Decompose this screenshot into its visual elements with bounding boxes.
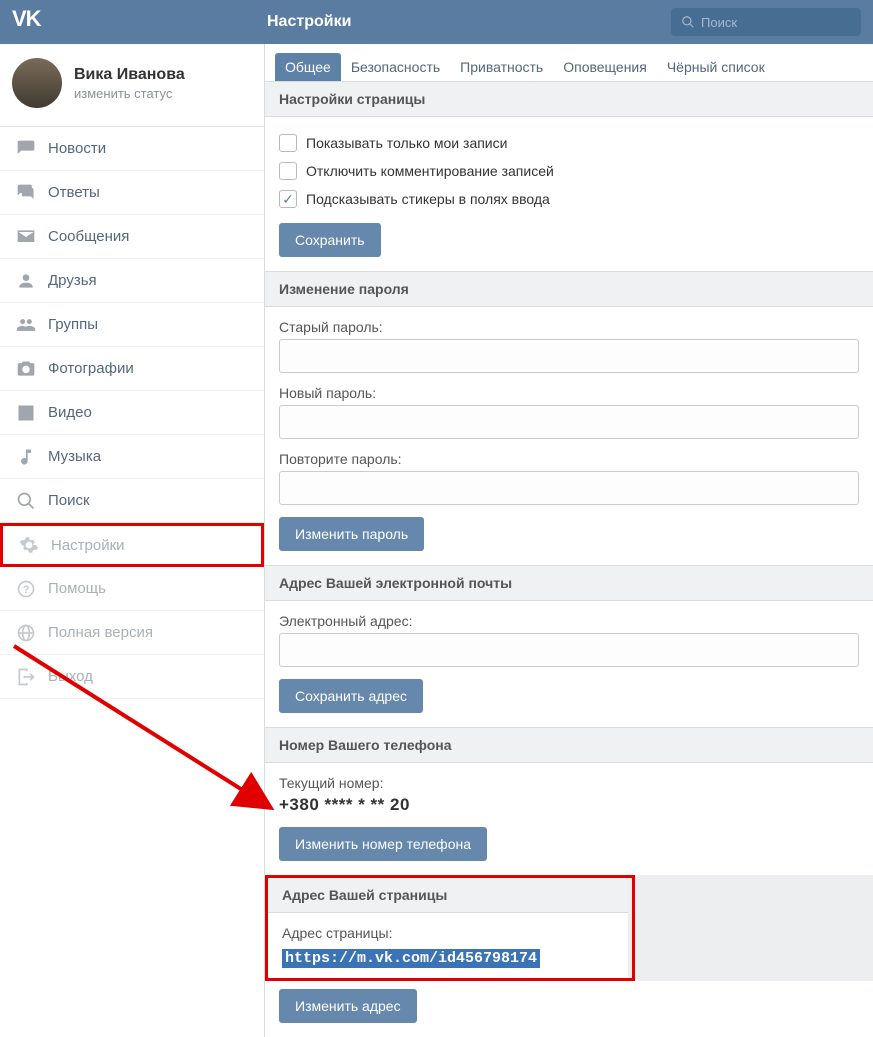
email-label: Электронный адрес: [279, 613, 859, 629]
tab-privacy[interactable]: Приватность [450, 53, 553, 81]
checkbox-stickers-hint[interactable]: Подсказывать стикеры в полях ввода [279, 185, 859, 213]
checkbox-disable-comments[interactable]: Отключить комментирование записей [279, 157, 859, 185]
sidebar-item-label: Друзья [48, 272, 97, 289]
old-password-input[interactable] [279, 339, 859, 373]
sidebar-item-label: Сообщения [48, 228, 129, 245]
search-input[interactable]: Поиск [671, 8, 861, 36]
messages-icon [16, 227, 48, 247]
old-password-label: Старый пароль: [279, 319, 859, 335]
phone-label: Текущий номер: [279, 775, 859, 791]
section-url-header: Адрес Вашей страницы [268, 878, 628, 913]
email-input[interactable] [279, 633, 859, 667]
url-label: Адрес страницы: [282, 925, 614, 941]
search-placeholder: Поиск [701, 15, 737, 30]
sidebar-item-videos[interactable]: Видео [0, 391, 264, 435]
tab-security[interactable]: Безопасность [341, 53, 450, 81]
sidebar-item-replies[interactable]: Ответы [0, 171, 264, 215]
news-icon [16, 139, 48, 159]
section-password-header: Изменение пароля [265, 271, 873, 307]
friends-icon [16, 271, 48, 291]
section-page-settings-header: Настройки страницы [265, 81, 873, 117]
sidebar-item-messages[interactable]: Сообщения [0, 215, 264, 259]
sidebar-item-logout[interactable]: Выход [0, 655, 264, 699]
sidebar-item-help[interactable]: ? Помощь [0, 567, 264, 611]
tab-blacklist[interactable]: Чёрный список [657, 53, 775, 81]
sidebar-item-label: Группы [48, 316, 98, 333]
help-icon: ? [16, 579, 48, 599]
settings-tabs: Общее Безопасность Приватность Оповещени… [265, 44, 873, 81]
profile-header[interactable]: Вика Иванова изменить статус [0, 44, 264, 127]
save-email-button[interactable]: Сохранить адрес [279, 679, 423, 713]
sidebar-item-label: Ответы [48, 184, 100, 201]
section-phone-header: Номер Вашего телефона [265, 727, 873, 763]
sidebar-item-news[interactable]: Новости [0, 127, 264, 171]
repeat-password-input[interactable] [279, 471, 859, 505]
videos-icon [16, 403, 48, 423]
phone-value: +380 **** * ** 20 [279, 795, 859, 815]
checkbox-icon [279, 134, 297, 152]
sidebar: Вика Иванова изменить статус Новости Отв… [0, 44, 265, 1037]
page-title: Настройки [267, 13, 351, 31]
music-icon [16, 447, 48, 467]
sidebar-item-friends[interactable]: Друзья [0, 259, 264, 303]
sidebar-item-label: Выход [48, 668, 93, 685]
topbar: VK Настройки Поиск [0, 0, 873, 44]
sidebar-item-full[interactable]: Полная версия [0, 611, 264, 655]
replies-icon [16, 183, 48, 203]
sidebar-item-photos[interactable]: Фотографии [0, 347, 264, 391]
checkbox-label: Отключить комментирование записей [306, 163, 554, 179]
sidebar-item-label: Музыка [48, 448, 101, 465]
sidebar-item-label: Полная версия [48, 624, 153, 641]
vk-logo-icon[interactable]: VK [12, 8, 62, 36]
change-password-button[interactable]: Изменить пароль [279, 517, 424, 551]
page-url-value[interactable]: https://m.vk.com/id456798174 [282, 949, 540, 968]
checkbox-label: Подсказывать стикеры в полях ввода [306, 191, 550, 207]
sidebar-item-label: Новости [48, 140, 106, 157]
photos-icon [16, 359, 48, 379]
sidebar-item-label: Настройки [51, 537, 125, 554]
search-icon [681, 15, 695, 29]
checkbox-label: Показывать только мои записи [306, 135, 507, 151]
search-nav-icon [16, 491, 48, 511]
content: Общее Безопасность Приватность Оповещени… [265, 44, 873, 1037]
change-url-button[interactable]: Изменить адрес [279, 989, 417, 1023]
sidebar-item-label: Помощь [48, 580, 106, 597]
tab-general[interactable]: Общее [275, 53, 341, 81]
sidebar-item-music[interactable]: Музыка [0, 435, 264, 479]
checkbox-icon [279, 190, 297, 208]
svg-text:VK: VK [12, 9, 42, 29]
save-button[interactable]: Сохранить [279, 223, 381, 257]
svg-text:?: ? [23, 584, 30, 596]
change-phone-button[interactable]: Изменить номер телефона [279, 827, 487, 861]
checkbox-only-my-posts[interactable]: Показывать только мои записи [279, 129, 859, 157]
highlight-page-url: Адрес Вашей страницы Адрес страницы: htt… [265, 875, 635, 981]
tab-notifications[interactable]: Оповещения [553, 53, 657, 81]
groups-icon [16, 315, 48, 335]
sidebar-item-label: Фотографии [48, 360, 134, 377]
repeat-password-label: Повторите пароль: [279, 451, 859, 467]
gear-icon [19, 535, 51, 555]
sidebar-item-settings[interactable]: Настройки [0, 523, 264, 567]
sidebar-item-label: Поиск [48, 492, 90, 509]
avatar [12, 58, 62, 108]
profile-name: Вика Иванова [74, 66, 185, 84]
sidebar-item-label: Видео [48, 404, 92, 421]
sidebar-item-groups[interactable]: Группы [0, 303, 264, 347]
checkbox-icon [279, 162, 297, 180]
section-email-header: Адрес Вашей электронной почты [265, 565, 873, 601]
logout-icon [16, 667, 48, 687]
profile-status[interactable]: изменить статус [74, 86, 185, 101]
new-password-label: Новый пароль: [279, 385, 859, 401]
globe-icon [16, 623, 48, 643]
sidebar-item-search[interactable]: Поиск [0, 479, 264, 523]
new-password-input[interactable] [279, 405, 859, 439]
